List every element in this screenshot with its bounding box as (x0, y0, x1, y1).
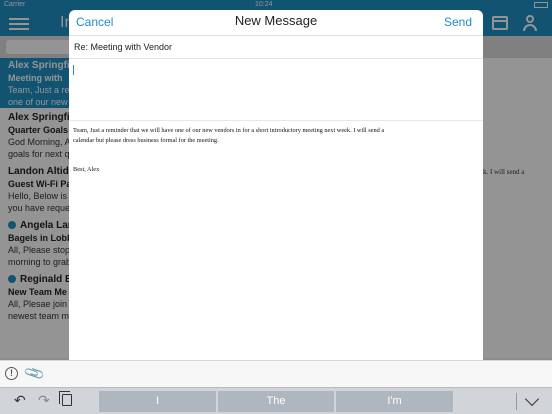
cancel-button[interactable]: Cancel (76, 15, 113, 29)
subject-value: Re: Meeting with Vendor (74, 42, 173, 52)
compose-title: New Message (234, 13, 318, 28)
keyboard-dismiss-icon[interactable] (524, 391, 540, 407)
importance-icon[interactable]: ! (5, 367, 18, 380)
quoted-signature: Best, Alex (73, 166, 100, 173)
separator (516, 393, 517, 410)
undo-icon[interactable]: ↶ (14, 392, 26, 409)
keyboard-shortcut-bar: ↶ ↷ I The I'm (0, 387, 552, 414)
suggestion-3[interactable]: I'm (336, 391, 453, 412)
suggestion-2[interactable]: The (218, 391, 334, 412)
quote-divider (69, 120, 483, 121)
compose-sheet: New Message Cancel Send Re: Meeting with… (69, 10, 483, 360)
send-button[interactable]: Send (444, 15, 472, 29)
quoted-line: Team, Just a reminder that we will have … (73, 127, 385, 134)
message-body-input[interactable] (69, 60, 483, 120)
quoted-message: Team, Just a reminder that we will have … (73, 126, 433, 175)
text-caret (73, 65, 74, 75)
compose-header: New Message Cancel Send (69, 10, 483, 35)
redo-icon[interactable]: ↷ (38, 392, 50, 409)
paperclip-icon[interactable]: 📎 (23, 362, 47, 385)
paste-icon[interactable] (59, 391, 72, 406)
compose-toolbar: ! 📎 (0, 360, 552, 387)
subject-field[interactable]: Re: Meeting with Vendor (69, 35, 483, 59)
quoted-line: calendar but please dress business forma… (73, 136, 219, 144)
suggestion-1[interactable]: I (99, 391, 216, 412)
